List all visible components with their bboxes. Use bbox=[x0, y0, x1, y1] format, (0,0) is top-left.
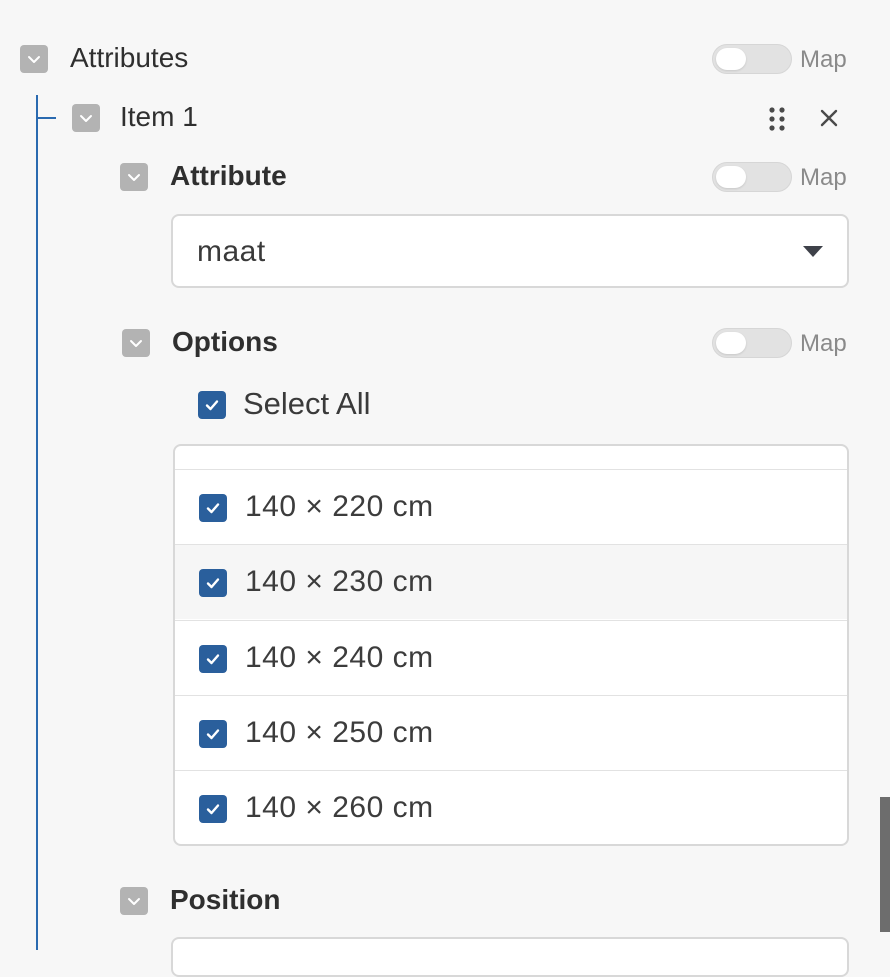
chevron-down-icon bbox=[80, 115, 92, 122]
check-icon bbox=[205, 400, 219, 411]
caret-down-icon bbox=[803, 246, 823, 257]
option-label: 140 × 220 cm bbox=[245, 490, 434, 523]
list-item[interactable]: 140 × 230 cm bbox=[175, 544, 847, 619]
select-all-checkbox[interactable] bbox=[198, 391, 226, 419]
toggle-knob bbox=[716, 48, 746, 70]
attribute-select-value: maat bbox=[197, 235, 266, 268]
item-collapse-toggle[interactable] bbox=[72, 104, 100, 132]
check-icon bbox=[206, 729, 220, 740]
attribute-collapse-toggle[interactable] bbox=[120, 163, 148, 191]
option-label: 140 × 260 cm bbox=[245, 791, 434, 824]
item-title: Item 1 bbox=[120, 101, 198, 132]
select-all-label: Select All bbox=[243, 386, 371, 421]
options-list[interactable]: 140 × 220 cm 140 × 230 cm 140 × 240 cm 1… bbox=[173, 444, 849, 846]
position-field[interactable] bbox=[171, 937, 849, 977]
chevron-down-icon bbox=[28, 56, 40, 63]
position-collapse-toggle[interactable] bbox=[120, 887, 148, 915]
list-item[interactable]: 140 × 220 cm bbox=[175, 469, 847, 544]
check-icon bbox=[206, 654, 220, 665]
options-label: Options bbox=[172, 326, 278, 357]
list-item[interactable]: 140 × 260 cm bbox=[175, 770, 847, 844]
attribute-label: Attribute bbox=[170, 160, 287, 191]
option-checkbox[interactable] bbox=[199, 494, 227, 522]
check-icon bbox=[206, 804, 220, 815]
option-label: 140 × 250 cm bbox=[245, 716, 434, 749]
attribute-map-toggle[interactable] bbox=[712, 162, 792, 192]
options-collapse-toggle[interactable] bbox=[122, 329, 150, 357]
options-map-toggle[interactable] bbox=[712, 328, 792, 358]
attribute-select[interactable]: maat bbox=[171, 214, 849, 288]
toggle-knob bbox=[716, 332, 746, 354]
drag-handle-icon[interactable] bbox=[768, 106, 786, 132]
list-item[interactable]: 140 × 250 cm bbox=[175, 695, 847, 770]
attributes-title: Attributes bbox=[70, 42, 189, 73]
attributes-collapse-toggle[interactable] bbox=[20, 45, 48, 73]
attribute-map-label: Map bbox=[800, 164, 847, 191]
position-label: Position bbox=[170, 884, 281, 915]
options-map-label: Map bbox=[800, 330, 847, 357]
tree-connector-tick bbox=[38, 117, 56, 119]
option-checkbox[interactable] bbox=[199, 720, 227, 748]
list-item[interactable]: 140 × 240 cm bbox=[175, 620, 847, 695]
scrollbar-thumb[interactable] bbox=[880, 797, 890, 932]
check-icon bbox=[206, 578, 220, 589]
attributes-map-toggle[interactable] bbox=[712, 44, 792, 74]
toggle-knob bbox=[716, 166, 746, 188]
attributes-map-label: Map bbox=[800, 46, 847, 73]
check-icon bbox=[206, 503, 220, 514]
option-label: 140 × 240 cm bbox=[245, 641, 434, 674]
chevron-down-icon bbox=[128, 898, 140, 905]
tree-connector-line bbox=[36, 95, 38, 950]
option-checkbox[interactable] bbox=[199, 645, 227, 673]
option-label: 140 × 230 cm bbox=[245, 565, 434, 598]
close-icon[interactable] bbox=[819, 108, 839, 128]
chevron-down-icon bbox=[128, 174, 140, 181]
chevron-down-icon bbox=[130, 340, 142, 347]
option-checkbox[interactable] bbox=[199, 569, 227, 597]
option-checkbox[interactable] bbox=[199, 795, 227, 823]
